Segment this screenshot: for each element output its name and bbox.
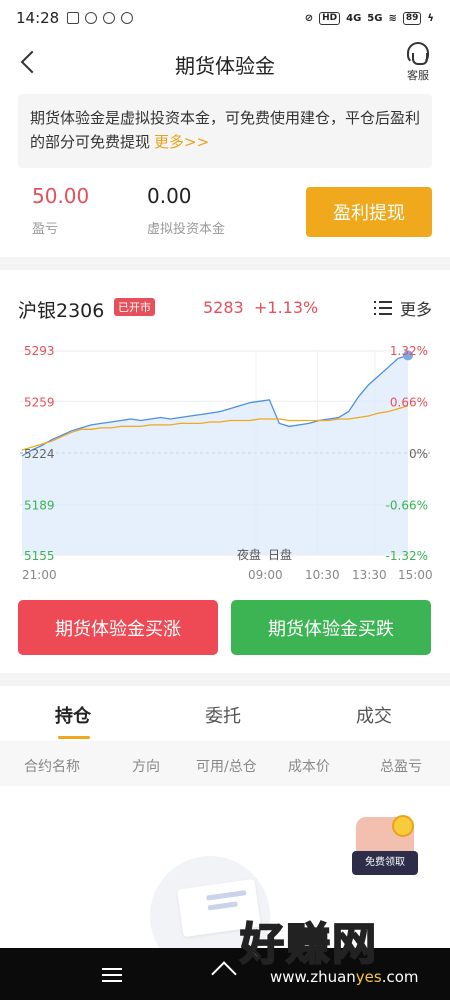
y-axis-label: 5155 <box>24 549 55 563</box>
price-area <box>22 355 408 555</box>
buy-up-button[interactable]: 期货体验金买涨 <box>18 600 218 655</box>
col-direction: 方向 <box>132 759 160 775</box>
watermark-url: www.zhuanyes.com <box>270 968 419 986</box>
notification-icons <box>67 12 134 24</box>
col-cost-price: 成本价 <box>288 759 330 775</box>
principal-label: 虚拟投资本金 <box>147 222 226 237</box>
principal-stat: 0.00 虚拟投资本金 <box>147 184 225 237</box>
pl-stat: 50.00 盈亏 <box>32 184 89 237</box>
battery-level: 89 <box>405 12 419 23</box>
page-title: 期货体验金 <box>175 54 275 78</box>
session-label: 夜盘 <box>237 547 261 562</box>
y-axis-pct-label: 0% <box>409 447 428 461</box>
market-status-badge: 已开市 <box>114 298 155 316</box>
chart-svg: 5293 5259 5224 5189 5155 1.32% 0.66% 0% -0.66% -1… <box>20 344 433 582</box>
tab-orders[interactable]: 委托 <box>205 702 241 728</box>
x-axis-label: 13:30 <box>352 568 387 582</box>
signal-5g: 5G <box>367 12 383 24</box>
pl-value: 50.00 <box>32 184 90 208</box>
status-right: ⊘ HD 4G 5G ≋ 89 ϟ <box>304 11 434 25</box>
status-time: 14:28 <box>16 9 60 27</box>
customer-service-button[interactable]: 客服 <box>400 42 436 88</box>
col-available-total: 可用/总仓 <box>196 759 257 775</box>
qq-notification-icon <box>85 12 98 24</box>
charging-icon: ϟ <box>427 12 434 24</box>
battery-icon: 89 <box>402 11 422 25</box>
home-icon[interactable] <box>210 962 238 986</box>
account-stats: 50.00 盈亏 0.00 虚拟投资本金 盈利提现 <box>0 180 450 250</box>
y-axis-label: 5259 <box>24 395 55 409</box>
y-axis-pct-label: -0.66% <box>386 499 428 513</box>
principal-value: 0.00 <box>147 184 192 208</box>
message-notification-icon <box>103 12 116 24</box>
y-axis-pct-label: 0.66% <box>390 395 428 409</box>
withdraw-profit-button[interactable]: 盈利提现 <box>306 187 432 237</box>
active-tab-indicator <box>58 736 90 739</box>
free-claim-label: 免费领取 <box>352 851 418 875</box>
last-price: 5283 <box>203 298 244 317</box>
tab-positions[interactable]: 持仓 <box>55 702 91 728</box>
headset-icon <box>407 42 429 65</box>
section-divider-2 <box>0 673 450 686</box>
mute-icon: ⊘ <box>304 12 314 24</box>
wifi-icon: ≋ <box>388 12 397 24</box>
quote-header: 沪银2306 已开市 5283 +1.13% 更多 <box>0 290 450 326</box>
signal-4g: 4G <box>346 12 362 24</box>
pl-label: 盈亏 <box>32 222 59 237</box>
position-tabs: 持仓 委托 成交 <box>0 690 450 740</box>
location-notification-icon <box>121 12 134 24</box>
customer-service-label: 客服 <box>407 69 429 82</box>
x-axis-label: 09:00 <box>248 568 283 582</box>
notice-box: 期货体验金是虚拟投资本金，可免费使用建仓，平仓后盈利的部分可免费提现 更多>> <box>18 94 432 168</box>
x-axis-label: 15:00 <box>398 568 433 582</box>
watermark-logo-text: 好赚网 <box>239 918 378 971</box>
y-axis-label: 5224 <box>24 447 55 461</box>
more-label: 更多 <box>399 300 432 319</box>
notice-text: 期货体验金是虚拟投资本金，可免费使用建仓，平仓后盈利的部分可免费提现 <box>30 109 421 151</box>
positions-table-header: 合约名称 方向 可用/总仓 成本价 总盈亏 <box>0 741 450 786</box>
status-bar: 14:28 ⊘ HD 4G 5G ≋ 89 ϟ <box>0 0 450 36</box>
nav-bar: 期货体验金 客服 <box>0 36 450 92</box>
y-axis-label: 5189 <box>24 499 55 513</box>
contract-name[interactable]: 沪银2306 <box>18 296 104 323</box>
notice-more-link[interactable]: 更多>> <box>154 133 209 151</box>
session-label: 日盘 <box>268 547 292 562</box>
coin-icon <box>392 815 414 837</box>
col-contract: 合约名称 <box>24 759 80 775</box>
menu-icon[interactable] <box>102 968 122 982</box>
col-total-pl: 总盈亏 <box>380 759 422 775</box>
y-axis-pct-label: -1.32% <box>386 549 428 563</box>
x-axis-label: 21:00 <box>22 568 57 582</box>
y-axis-pct-label: 1.32% <box>390 344 428 358</box>
more-button[interactable]: 更多 <box>373 296 432 320</box>
y-axis-label: 5293 <box>24 344 55 358</box>
tab-trades[interactable]: 成交 <box>356 702 392 728</box>
buy-down-button[interactable]: 期货体验金买跌 <box>231 600 431 655</box>
section-divider <box>0 257 450 270</box>
site-watermark: 好赚网 www.zhuanyes.com <box>239 908 440 998</box>
free-claim-promo[interactable]: 免费领取 <box>352 809 418 881</box>
hd-badge: HD <box>319 11 341 25</box>
gallery-notification-icon <box>67 12 80 24</box>
intraday-chart[interactable]: 5293 5259 5224 5189 5155 1.32% 0.66% 0% -0.66% -1… <box>0 335 450 875</box>
x-axis-label: 10:30 <box>305 568 340 582</box>
price-change: +1.13% <box>254 298 319 317</box>
list-icon <box>373 301 392 315</box>
